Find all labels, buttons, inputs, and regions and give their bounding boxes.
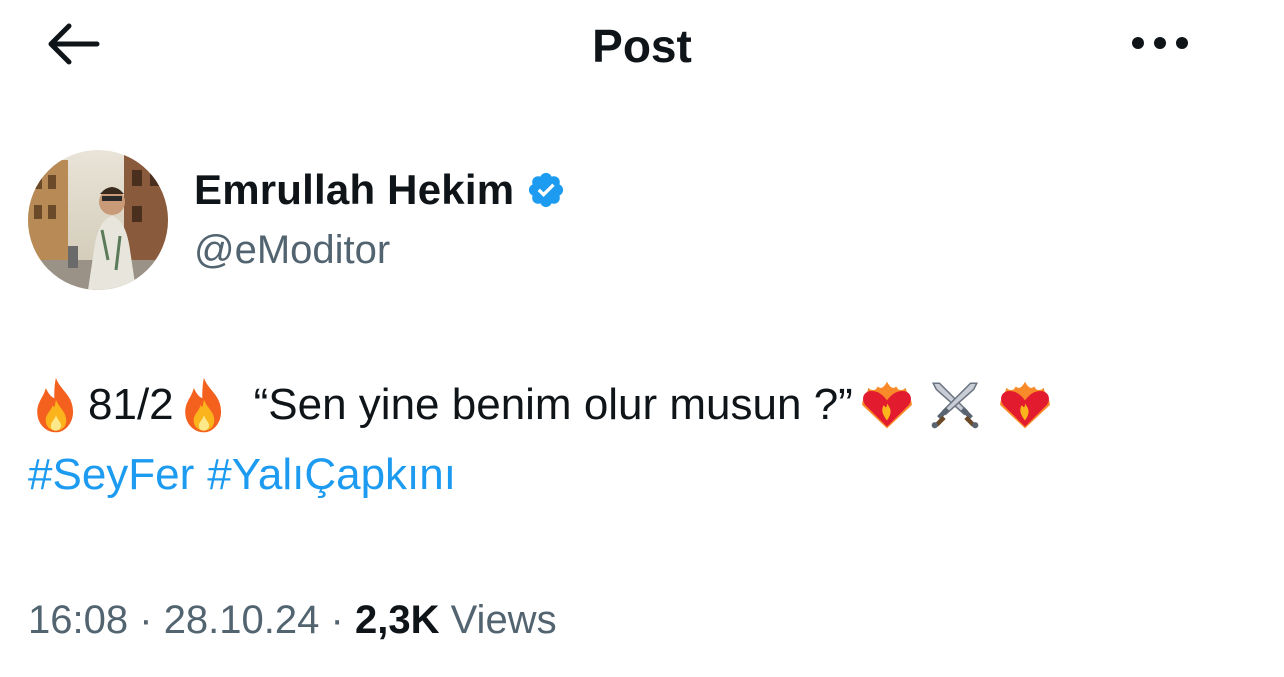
more-options-button[interactable] — [1122, 22, 1198, 68]
tweet-text: 81/2 “Sen yine benim olur musun ?” #SeyF… — [28, 370, 1268, 510]
tweet-text-segment: 81/2 — [88, 380, 174, 429]
post-meta: 16:08 · 28.10.24 · 2,3K Views — [28, 592, 557, 648]
views-count[interactable]: 2,3K — [355, 598, 440, 642]
tweet-quote-text: “Sen yine benim olur musun ?” — [253, 380, 853, 429]
page-title: Post — [592, 20, 692, 72]
more-horizontal-icon — [1130, 35, 1190, 56]
top-bar: Post — [0, 0, 1284, 92]
author-handle[interactable]: @eModitor — [194, 225, 390, 275]
meta-separator: · — [139, 598, 153, 642]
author-name-row[interactable]: Emrullah Hekim — [194, 160, 566, 220]
heart-on-fire-emoji-icon — [997, 376, 1053, 434]
views-label[interactable]: Views — [451, 598, 557, 642]
avatar[interactable] — [28, 150, 168, 290]
post-time[interactable]: 16:08 — [28, 598, 128, 642]
tweet-line-1: 81/2 “Sen yine benim olur musun ?” — [28, 370, 1268, 440]
hashtag-link[interactable]: #SeyFer — [28, 440, 194, 510]
author-display-name: Emrullah Hekim — [194, 166, 515, 213]
post-date[interactable]: 28.10.24 — [164, 598, 320, 642]
fire-emoji-icon — [176, 376, 232, 434]
meta-separator: · — [330, 598, 344, 642]
crossed-swords-emoji-icon — [927, 376, 983, 434]
hashtag-link[interactable]: #YalıÇapkını — [207, 440, 456, 510]
fire-emoji-icon — [28, 376, 84, 434]
verified-badge-icon — [526, 170, 566, 210]
heart-on-fire-emoji-icon — [859, 376, 915, 434]
tweet-line-2: #SeyFer #YalıÇapkını — [28, 440, 1268, 510]
